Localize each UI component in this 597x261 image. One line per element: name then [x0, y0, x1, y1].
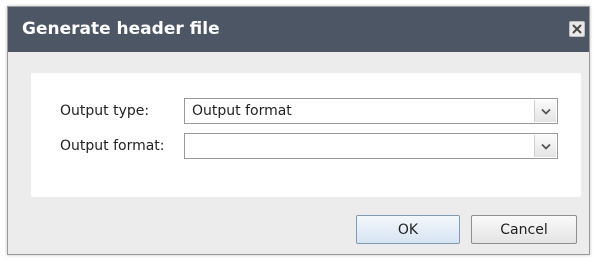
close-icon	[572, 24, 582, 34]
output-type-label: Output type:	[60, 103, 150, 119]
ok-button[interactable]: OK	[356, 215, 460, 244]
output-format-label: Output format:	[60, 138, 165, 154]
form-panel: Output type: Output format Output format…	[31, 73, 581, 197]
close-button[interactable]	[569, 21, 585, 37]
output-format-select[interactable]	[184, 133, 558, 159]
output-type-dropdown-button[interactable]	[534, 100, 556, 122]
dialog-titlebar: Generate header file	[8, 7, 589, 52]
output-format-dropdown-button[interactable]	[534, 135, 556, 157]
generate-header-file-dialog: Generate header file Output type: Output…	[7, 6, 590, 255]
output-type-select[interactable]: Output format	[184, 98, 558, 124]
dialog-title: Generate header file	[22, 19, 220, 39]
cancel-button[interactable]: Cancel	[471, 215, 577, 244]
chevron-down-icon	[540, 108, 551, 115]
chevron-down-icon	[540, 143, 551, 150]
output-type-value: Output format	[192, 103, 292, 119]
